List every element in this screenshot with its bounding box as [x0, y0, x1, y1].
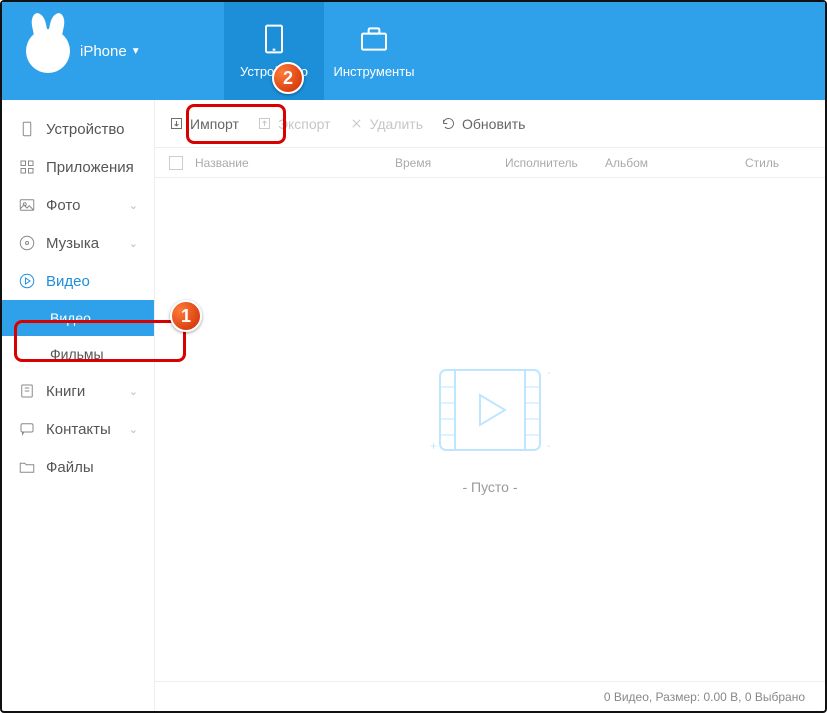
sidebar-label: Фото — [46, 197, 80, 214]
refresh-icon — [441, 116, 456, 131]
empty-text: - Пусто - — [462, 479, 517, 495]
sidebar-label: Устройство — [46, 121, 124, 138]
col-style[interactable]: Стиль — [745, 156, 825, 170]
delete-label: Удалить — [370, 116, 423, 132]
toolbar: Импорт Экспорт Удалить Обновить — [155, 100, 825, 148]
tab-tools[interactable]: Инструменты — [324, 2, 424, 100]
export-icon — [257, 116, 272, 131]
status-bar: 0 Видео, Размер: 0.00 B, 0 Выбрано — [155, 681, 825, 711]
sidebar-item-video[interactable]: Видео — [2, 262, 154, 300]
tab-tools-label: Инструменты — [333, 64, 414, 79]
sidebar-item-device[interactable]: Устройство — [2, 110, 154, 148]
import-icon — [169, 116, 184, 131]
chat-icon — [18, 420, 36, 438]
col-artist[interactable]: Исполнитель — [505, 156, 605, 170]
svg-text:+: + — [430, 439, 437, 453]
sidebar-item-photo[interactable]: Фото ⌄ — [2, 186, 154, 224]
svg-text:+: + — [547, 439, 550, 453]
disc-icon — [18, 234, 36, 252]
chevron-down-icon: ⌄ — [129, 199, 138, 212]
sidebar-sub-video[interactable]: Видео — [2, 300, 154, 336]
folder-icon — [18, 458, 36, 476]
export-label: Экспорт — [278, 116, 331, 132]
chevron-down-icon: ⌄ — [129, 385, 138, 398]
annotation-callout-1: 1 — [170, 300, 202, 332]
col-album[interactable]: Альбом — [605, 156, 745, 170]
device-selector[interactable]: iPhone ▼ — [80, 43, 141, 60]
sidebar-label: Музыка — [46, 235, 99, 252]
film-placeholder-icon: + + + — [430, 365, 550, 455]
sidebar-sub-label: Видео — [50, 310, 91, 326]
chevron-down-icon: ⌄ — [129, 237, 138, 250]
col-name[interactable]: Название — [195, 156, 395, 170]
export-button: Экспорт — [257, 116, 331, 132]
toolbox-icon — [358, 23, 390, 58]
nav-tabs: Устройство Инструменты — [224, 2, 424, 100]
grid-icon — [18, 158, 36, 176]
content-area: Импорт Экспорт Удалить Обновить Название… — [155, 100, 825, 711]
column-header: Название Время Исполнитель Альбом Стиль — [155, 148, 825, 178]
tablet-icon — [258, 23, 290, 58]
play-circle-icon — [18, 272, 36, 290]
sidebar-sub-films[interactable]: Фильмы — [2, 336, 154, 372]
status-text: 0 Видео, Размер: 0.00 B, 0 Выбрано — [604, 690, 805, 704]
select-all-checkbox[interactable] — [169, 156, 183, 170]
svg-text:+: + — [547, 366, 550, 380]
sidebar-item-apps[interactable]: Приложения — [2, 148, 154, 186]
sidebar-label: Контакты — [46, 421, 111, 438]
sidebar-label: Приложения — [46, 159, 134, 176]
sidebar-item-files[interactable]: Файлы — [2, 448, 154, 486]
chevron-down-icon: ⌄ — [129, 423, 138, 436]
app-header: iPhone ▼ Устройство Инструменты — [2, 2, 825, 100]
refresh-button[interactable]: Обновить — [441, 116, 525, 132]
delete-icon — [349, 116, 364, 131]
logo-block: iPhone ▼ — [2, 2, 224, 100]
sidebar-label: Видео — [46, 273, 90, 290]
sidebar-item-books[interactable]: Книги ⌄ — [2, 372, 154, 410]
phone-icon — [18, 120, 36, 138]
photo-icon — [18, 196, 36, 214]
import-button[interactable]: Импорт — [169, 116, 239, 132]
book-icon — [18, 382, 36, 400]
import-label: Импорт — [190, 116, 239, 132]
caret-down-icon: ▼ — [131, 46, 141, 57]
sidebar-item-contacts[interactable]: Контакты ⌄ — [2, 410, 154, 448]
sidebar-sub-label: Фильмы — [50, 346, 104, 362]
sidebar-label: Файлы — [46, 459, 94, 476]
sidebar-item-music[interactable]: Музыка ⌄ — [2, 224, 154, 262]
sidebar: Устройство Приложения Фото ⌄ Музыка ⌄ Ви… — [2, 100, 155, 711]
sidebar-label: Книги — [46, 383, 85, 400]
annotation-callout-2: 2 — [272, 62, 304, 94]
delete-button: Удалить — [349, 116, 423, 132]
empty-state: + + + - Пусто - — [155, 178, 825, 681]
col-time[interactable]: Время — [395, 156, 505, 170]
device-label: iPhone — [80, 43, 127, 60]
app-logo-icon — [26, 29, 70, 73]
refresh-label: Обновить — [462, 116, 525, 132]
